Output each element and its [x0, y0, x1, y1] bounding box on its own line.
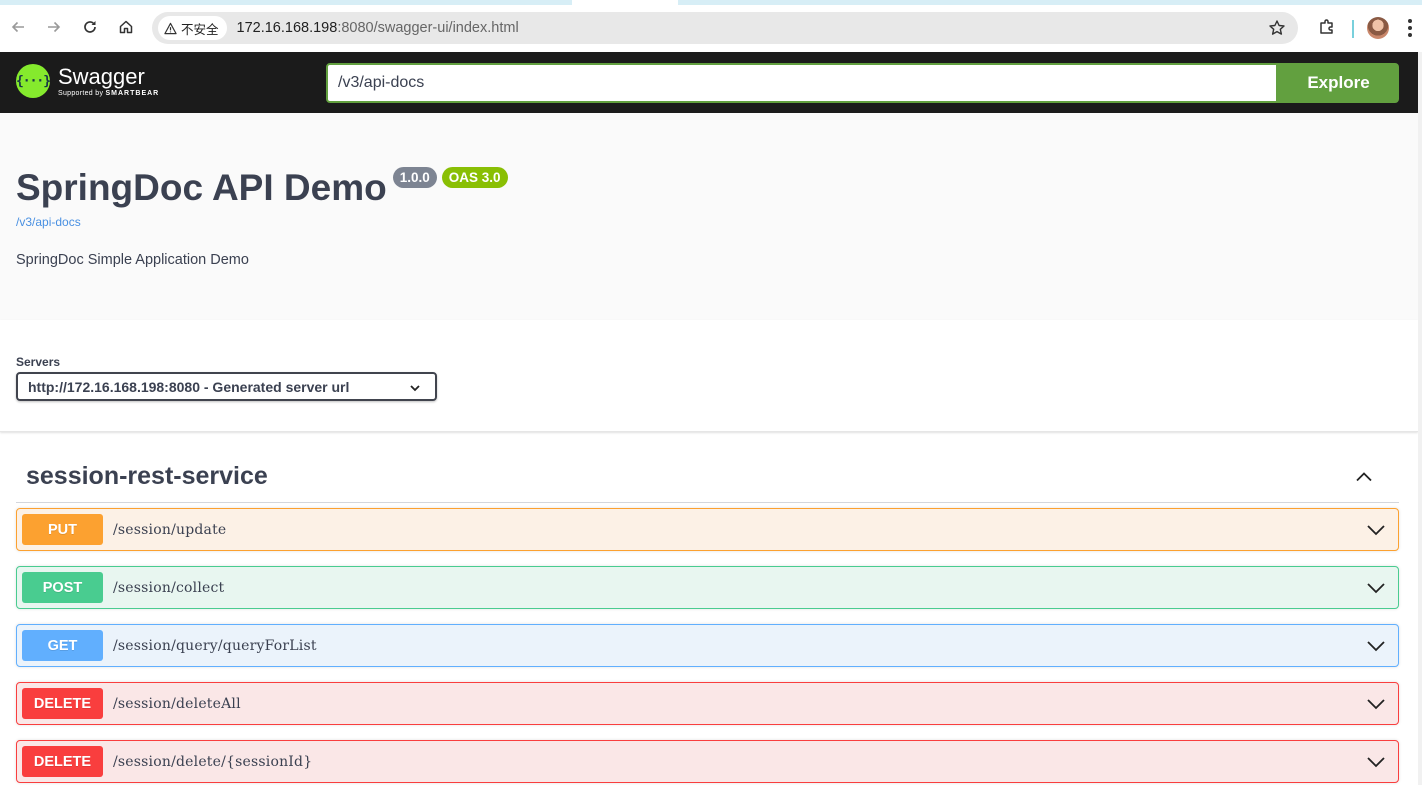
explore-form: Explore	[326, 63, 1399, 103]
back-arrow-icon[interactable]	[3, 12, 33, 42]
chevron-up-icon[interactable]	[1355, 468, 1373, 491]
url-rest: :8080/swagger-ui/index.html	[337, 20, 519, 36]
address-bar[interactable]: 不安全 172.16.168.198:8080/swagger-ui/index…	[152, 12, 1298, 44]
operation-delete-all[interactable]: DELETE /session/deleteAll	[16, 682, 1399, 725]
operation-path: /session/update	[113, 521, 227, 538]
logo-smartbear: SMARTBEAR	[105, 89, 160, 97]
method-badge: GET	[22, 630, 103, 661]
spec-url-input[interactable]	[326, 63, 1278, 103]
logo-subtitle: Supported by SMARTBEAR	[58, 90, 159, 97]
toolbar-separator	[1352, 20, 1354, 38]
method-badge: DELETE	[22, 688, 103, 719]
method-badge: DELETE	[22, 746, 103, 777]
reload-icon[interactable]	[75, 12, 105, 42]
tag-name: session-rest-service	[26, 462, 268, 490]
page-title: SpringDoc API Demo	[16, 167, 387, 208]
server-selected-value: http://172.16.168.198:8080 - Generated s…	[28, 378, 350, 395]
operation-path: /session/deleteAll	[113, 695, 241, 712]
servers-section: Servers http://172.16.168.198:8080 - Gen…	[0, 320, 1418, 432]
chevron-down-icon	[409, 381, 421, 399]
forward-arrow-icon[interactable]	[39, 12, 69, 42]
swagger-topbar: {···} Swagger Supported by SMARTBEAR Exp…	[0, 52, 1418, 113]
swagger-logo-text: Swagger Supported by SMARTBEAR	[58, 63, 159, 97]
spec-link[interactable]: /v3/api-docs	[16, 215, 81, 229]
security-label: 不安全	[181, 22, 219, 37]
logo-supported: Supported by	[58, 89, 104, 97]
operation-delete-session-by-id[interactable]: DELETE /session/delete/{sessionId}	[16, 740, 1399, 783]
chevron-down-icon[interactable]	[1366, 579, 1386, 602]
operation-path: /session/collect	[113, 579, 225, 596]
url-host: 172.16.168.198	[236, 20, 338, 36]
swagger-logo[interactable]: {···} Swagger Supported by SMARTBEAR	[16, 64, 159, 98]
explore-button[interactable]: Explore	[1278, 63, 1399, 103]
operation-path: /session/delete/{sessionId}	[113, 753, 313, 770]
api-description: SpringDoc Simple Application Demo	[16, 252, 249, 268]
chevron-down-icon[interactable]	[1366, 521, 1386, 544]
chevron-down-icon[interactable]	[1366, 695, 1386, 718]
method-badge: POST	[22, 572, 103, 603]
browser-toolbar: 不安全 172.16.168.198:8080/swagger-ui/index…	[0, 5, 1422, 52]
home-icon[interactable]	[111, 12, 141, 42]
url-text[interactable]: 172.16.168.198:8080/swagger-ui/index.htm…	[237, 20, 519, 36]
oas-badge: OAS 3.0	[441, 167, 508, 188]
bookmark-star-icon[interactable]	[1268, 19, 1286, 42]
chevron-down-icon[interactable]	[1366, 637, 1386, 660]
tag-section-header[interactable]: session-rest-service	[16, 452, 1399, 503]
logo-title: Swagger	[58, 63, 145, 89]
operation-post-session-collect[interactable]: POST /session/collect	[16, 566, 1399, 609]
title-row: SpringDoc API Demo 1.0.0 OAS 3.0	[16, 166, 508, 210]
warning-icon	[164, 22, 177, 34]
operation-put-session-update[interactable]: PUT /session/update	[16, 508, 1399, 551]
extensions-puzzle-icon[interactable]	[1312, 12, 1342, 42]
operation-get-query-for-list[interactable]: GET /session/query/queryForList	[16, 624, 1399, 667]
swagger-logo-icon: {···}	[16, 64, 51, 98]
browser-menu-icon[interactable]	[1402, 15, 1418, 41]
servers-label: Servers	[16, 355, 61, 369]
chevron-down-icon[interactable]	[1366, 753, 1386, 776]
profile-avatar[interactable]	[1367, 17, 1389, 39]
server-select[interactable]: http://172.16.168.198:8080 - Generated s…	[16, 372, 437, 401]
version-badge: 1.0.0	[392, 167, 437, 188]
security-chip[interactable]: 不安全	[158, 16, 227, 40]
method-badge: PUT	[22, 514, 103, 545]
page-scrollbar[interactable]	[1418, 52, 1422, 785]
info-section: SpringDoc API Demo 1.0.0 OAS 3.0 /v3/api…	[0, 113, 1418, 320]
operation-path: /session/query/queryForList	[113, 637, 317, 654]
